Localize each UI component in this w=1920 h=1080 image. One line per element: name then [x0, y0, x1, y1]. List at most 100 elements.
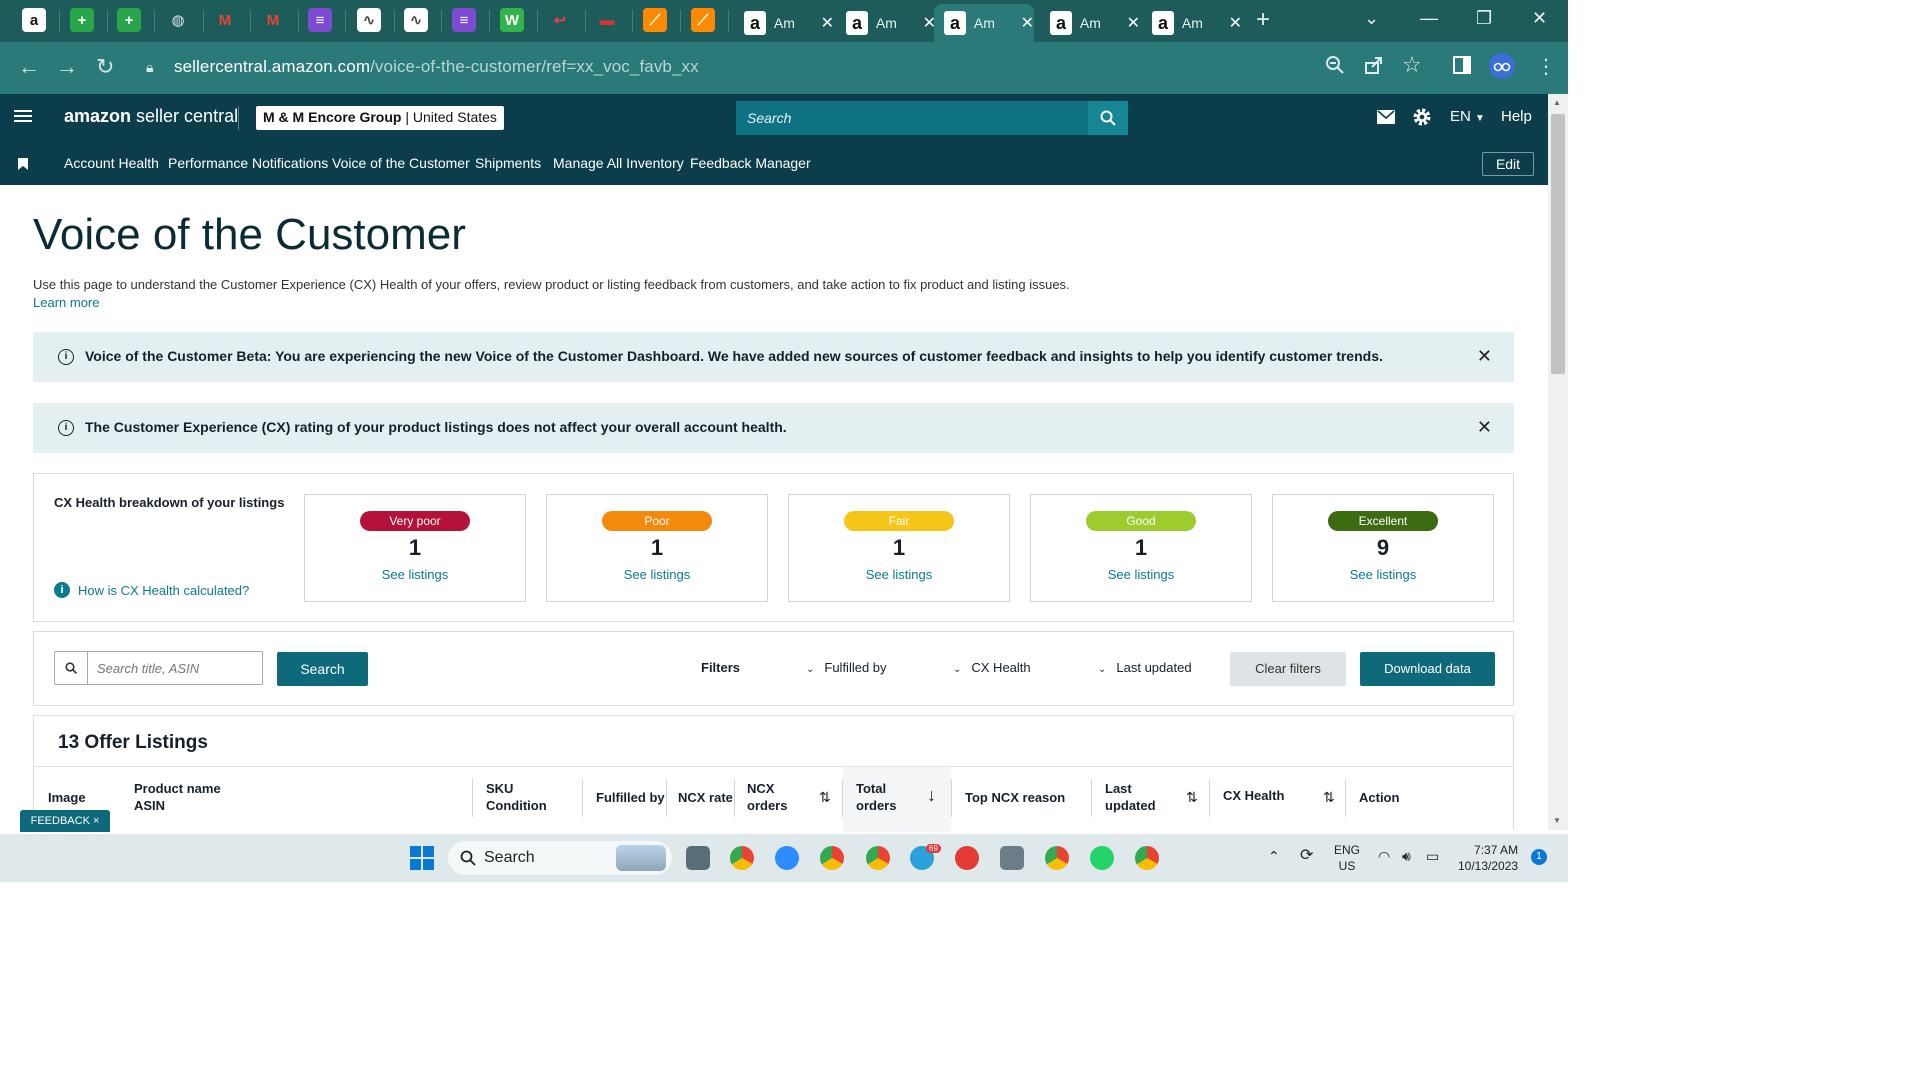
bookmark-star-icon[interactable]: ☆ — [1402, 52, 1422, 78]
clock[interactable]: 7:37 AM 10/13/2023 — [1458, 842, 1518, 874]
language-selector[interactable]: EN ▼ — [1450, 108, 1485, 125]
download-data-button[interactable]: Download data — [1360, 652, 1495, 686]
cx-health-how-link[interactable]: i How is CX Health calculated? — [54, 582, 249, 598]
sort-icon[interactable]: ⇅ — [819, 789, 831, 806]
bookmark-icon[interactable] — [18, 157, 28, 175]
nav-voice-of-the-customer[interactable]: Voice of the Customer — [332, 155, 470, 171]
whatsapp-icon[interactable] — [1090, 846, 1114, 870]
chart-doc-icon[interactable]: ∿ — [357, 8, 381, 32]
volume-icon[interactable]: 🔊︎ — [1402, 848, 1411, 864]
close-icon[interactable]: ✕ — [1477, 417, 1492, 438]
notification-badge[interactable]: 1 — [1531, 849, 1547, 865]
amazon-icon[interactable]: a — [22, 8, 46, 32]
new-tab-icon[interactable]: + — [1256, 6, 1270, 34]
chrome-menu-icon[interactable]: ⋮ — [1536, 54, 1556, 79]
chrome-icon[interactable] — [820, 846, 844, 870]
language-indicator[interactable]: ENG US — [1334, 842, 1360, 874]
zoom-icon[interactable] — [775, 846, 799, 870]
hamburger-menu-icon[interactable] — [14, 108, 32, 129]
feedback-tab[interactable]: FEEDBACK × — [20, 810, 110, 832]
tab-search-icon[interactable]: ⌄ — [1364, 8, 1379, 29]
settings-gear-icon[interactable] — [1412, 107, 1432, 131]
taskbar-search[interactable]: Search — [448, 841, 672, 875]
browser-tab[interactable]: a Am ✕ — [1142, 4, 1242, 42]
close-icon[interactable]: ✕ — [1229, 13, 1242, 33]
w-icon[interactable]: W — [500, 8, 524, 32]
browser-tab-active[interactable]: a Am ✕ — [934, 4, 1034, 42]
url-field[interactable]: sellercentral.amazon.com/voice-of-the-cu… — [174, 57, 699, 77]
list-icon[interactable]: ≡ — [308, 8, 332, 32]
scroll-up-icon[interactable]: ▲ — [1553, 98, 1561, 107]
pen-icon[interactable]: ⟋ — [691, 8, 715, 32]
page-scrollbar[interactable]: ▲ ▼ — [1548, 94, 1568, 830]
cx-health-dropdown[interactable]: ⌄ CX Health — [953, 660, 1031, 675]
see-listings-link[interactable]: See listings — [547, 567, 767, 582]
lock-icon[interactable]: 🔒︎ — [146, 59, 153, 76]
edit-nav-button[interactable]: Edit — [1482, 152, 1534, 176]
zoom-icon[interactable] — [1325, 55, 1345, 81]
header-search-button[interactable] — [1088, 101, 1128, 135]
side-panel-icon[interactable] — [1452, 55, 1472, 81]
sheets-plus-icon[interactable]: + — [117, 8, 141, 32]
nav-performance-notifications[interactable]: Performance Notifications — [168, 155, 328, 171]
header-search-input[interactable] — [736, 101, 1088, 135]
col-ncx-orders[interactable]: NCX orders — [747, 780, 787, 814]
checkmark-app-icon[interactable] — [955, 846, 979, 870]
calculator-icon[interactable] — [1000, 846, 1024, 870]
sheets-plus-icon[interactable]: + — [70, 8, 94, 32]
arrow-down-icon[interactable]: ↓ — [927, 785, 936, 806]
chrome-icon[interactable] — [1045, 846, 1069, 870]
minimize-icon[interactable]: — — [1420, 8, 1438, 29]
windows-start-icon[interactable] — [410, 846, 434, 875]
back-icon[interactable]: ← — [18, 54, 40, 80]
close-icon[interactable]: ✕ — [1021, 13, 1034, 33]
col-fulfilled-by[interactable]: Fulfilled by — [596, 789, 665, 806]
col-cx-health[interactable]: CX Health — [1223, 787, 1284, 804]
globe-icon[interactable]: ◍ — [166, 8, 190, 32]
last-updated-dropdown[interactable]: ⌄ Last updated — [1098, 660, 1192, 675]
flag-icon[interactable]: ▬ — [595, 8, 619, 32]
scroll-thumb[interactable] — [1551, 114, 1565, 374]
col-total-orders[interactable]: Total orders — [856, 780, 896, 814]
seller-central-logo[interactable]: amazon seller central — [64, 106, 238, 127]
scroll-down-icon[interactable]: ▼ — [1553, 816, 1561, 825]
chrome-icon[interactable] — [1135, 846, 1159, 870]
chevron-up-icon[interactable]: ⌃ — [1268, 848, 1280, 864]
clear-filters-button[interactable]: Clear filters — [1230, 652, 1346, 686]
chrome-icon[interactable] — [730, 846, 754, 870]
battery-icon[interactable]: ▭ — [1426, 848, 1439, 864]
nav-feedback-manager[interactable]: Feedback Manager — [690, 155, 811, 171]
reload-icon[interactable]: ↻ — [96, 54, 114, 80]
window-close-icon[interactable]: ✕ — [1532, 8, 1547, 29]
chart-doc-icon[interactable]: ∿ — [404, 8, 428, 32]
nav-shipments[interactable]: Shipments — [475, 155, 541, 171]
sync-icon[interactable]: ⟳ — [1300, 848, 1313, 864]
help-link[interactable]: Help — [1501, 108, 1532, 125]
wifi-icon[interactable]: ◠ — [1378, 848, 1390, 864]
pen-icon[interactable]: ⟋ — [643, 8, 667, 32]
sort-icon[interactable]: ⇅ — [1186, 789, 1198, 806]
forward-icon[interactable]: → — [56, 54, 78, 80]
close-icon[interactable]: ✕ — [1477, 346, 1492, 367]
listing-search-button[interactable]: Search — [277, 652, 368, 686]
gmail-icon[interactable]: M — [213, 8, 237, 32]
listing-search-input[interactable] — [89, 652, 261, 684]
col-ncx-rate[interactable]: NCX rate — [678, 789, 733, 806]
nav-manage-all-inventory[interactable]: Manage All Inventory — [553, 155, 684, 171]
close-icon[interactable]: ✕ — [1127, 13, 1140, 33]
chrome-icon[interactable] — [866, 846, 890, 870]
restore-icon[interactable]: ❐ — [1476, 8, 1492, 29]
col-last-updated[interactable]: Last updated — [1105, 780, 1156, 814]
see-listings-link[interactable]: See listings — [1273, 567, 1493, 582]
profile-avatar-icon[interactable] — [1489, 53, 1515, 85]
see-listings-link[interactable]: See listings — [789, 567, 1009, 582]
see-listings-link[interactable]: See listings — [1031, 567, 1251, 582]
file-explorer-icon[interactable] — [686, 846, 710, 870]
browser-tab[interactable]: a Am ✕ — [1040, 4, 1140, 42]
see-listings-link[interactable]: See listings — [305, 567, 525, 582]
list-icon[interactable]: ≡ — [452, 8, 476, 32]
learn-more-link[interactable]: Learn more — [33, 295, 99, 310]
close-icon[interactable]: ✕ — [821, 13, 834, 33]
mail-icon[interactable] — [1377, 110, 1395, 128]
arrow-icon[interactable]: ↩ — [548, 8, 572, 32]
